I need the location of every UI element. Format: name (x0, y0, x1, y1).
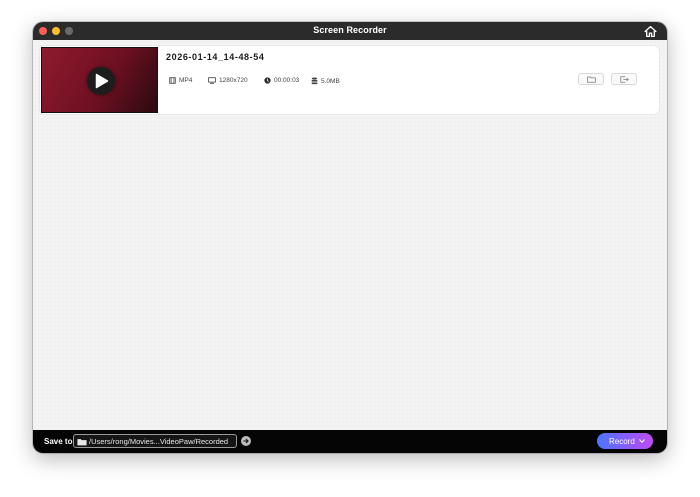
folder-icon (77, 439, 87, 446)
film-icon (169, 77, 176, 84)
recording-duration-value: 00:00:03 (274, 77, 300, 84)
monitor-icon (208, 77, 216, 84)
save-path-text: /Users/rong/Movies...VideoPaw/Recorded (89, 437, 229, 446)
export-icon (620, 75, 629, 83)
chevron-down-icon[interactable] (639, 439, 645, 443)
recording-size-value: 5.0MB (321, 77, 340, 85)
recording-item[interactable]: 2026-01-14_14-48-54 MP4 1280x720 00:00:0… (40, 46, 659, 114)
save-to-label: Save to (44, 437, 73, 446)
open-folder-button[interactable] (578, 73, 604, 85)
home-icon (644, 25, 657, 38)
title-bar: Screen Recorder (33, 22, 667, 40)
recording-format-value: MP4 (179, 77, 193, 84)
recording-resolution-value: 1280x720 (219, 77, 248, 84)
app-window: Screen Recorder 2026-01-14_14-48-54 MP4 … (33, 22, 667, 453)
save-path-field[interactable]: /Users/rong/Movies...VideoPaw/Recorded (73, 434, 237, 448)
recording-size: 5.0MB (311, 77, 340, 85)
export-button[interactable] (611, 73, 637, 85)
play-icon (95, 73, 109, 89)
arrow-right-icon (243, 438, 249, 444)
database-icon (311, 77, 318, 85)
record-label: Record (609, 437, 635, 446)
clock-icon (264, 77, 271, 84)
recording-thumbnail[interactable] (41, 47, 158, 113)
recording-resolution: 1280x720 (208, 77, 248, 84)
recording-format: MP4 (169, 77, 192, 84)
window-title: Screen Recorder (313, 25, 387, 35)
recording-duration: 00:00:03 (264, 77, 299, 84)
recording-filename: 2026-01-14_14-48-54 (166, 52, 265, 62)
open-save-path-button[interactable] (241, 436, 251, 446)
recordings-list: 2026-01-14_14-48-54 MP4 1280x720 00:00:0… (33, 40, 667, 430)
record-button[interactable]: Record (597, 433, 653, 449)
home-button[interactable] (644, 25, 657, 38)
play-button[interactable] (87, 67, 115, 95)
folder-icon (587, 76, 596, 83)
bottom-bar: Save to /Users/rong/Movies...VideoPaw/Re… (33, 430, 667, 453)
